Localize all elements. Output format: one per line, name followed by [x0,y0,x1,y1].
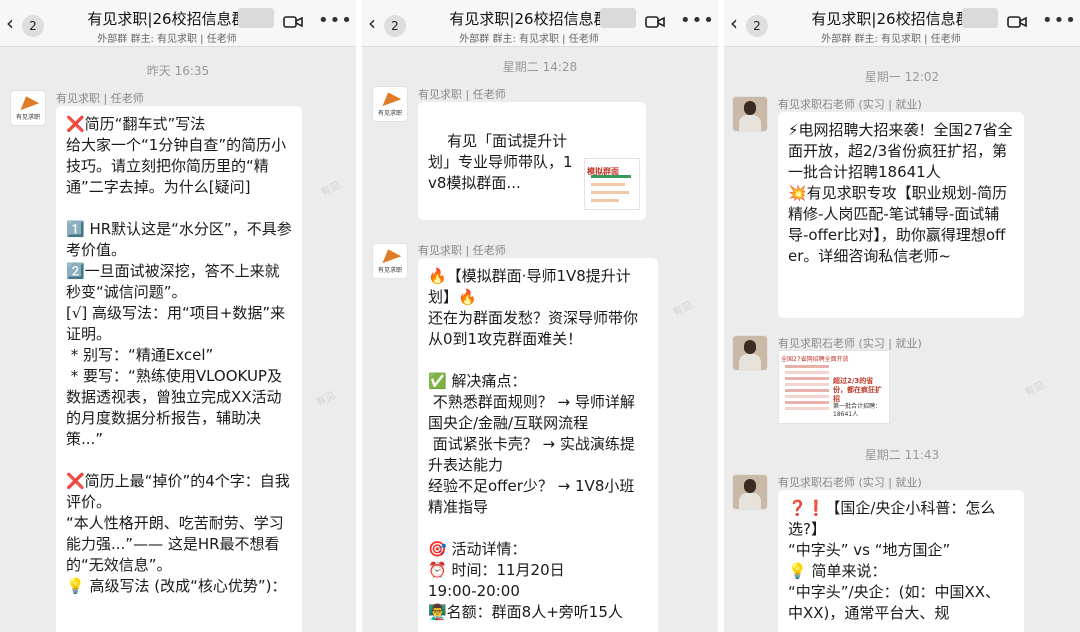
image-caption: 超过2/3的省份，都在疯狂扩招 [833,377,885,404]
chat-subtitle: 外部群 群主: 有见求职 | 任老师 [776,30,1006,45]
back-arrow-icon[interactable]: ‹ [368,14,376,32]
message-bubble[interactable]: ❌简历“翻车式”写法 给大家一个“1分钟自查”的简历小技巧。请立刻把你简历里的“… [56,106,302,632]
timestamp: 昨天 16:35 [0,62,356,79]
logo-icon [379,89,402,106]
nav-bar: ‹ 2 有见求职|26校招信息群 外部群 群主: 有见求职 | 任老师 ••• [724,0,1080,47]
watermark: 有见 [1022,376,1046,398]
sender-name: 有见求职石老师 (实习 | 就业) [778,96,922,112]
avatar[interactable]: 有见求职 [372,243,408,279]
nav-bar: ‹ 2 有见求职|26校招信息群 外部群 群主: 有见求职 | 任老师 ••• [362,0,718,47]
avatar[interactable]: 有见求职 [10,90,46,126]
message-bubble[interactable]: ⚡电网招聘大招来袭！全国27省全面开放，超2/3省份疯狂扩招，第一批合计招聘18… [778,112,1024,318]
avatar[interactable] [732,96,768,132]
unread-badge[interactable]: 2 [746,15,768,37]
avatar[interactable] [732,474,768,510]
sender-name: 有见求职石老师 (实习 | 就业) [778,474,922,490]
video-call-icon[interactable] [283,15,303,29]
avatar[interactable]: 有见求职 [372,86,408,122]
chat-subtitle: 外部群 群主: 有见求职 | 任老师 [414,30,644,45]
timestamp: 星期二 14:28 [362,58,718,75]
link-card[interactable]: 有见「面试提升计划」专业导师带队，1v8模拟群面... 模拟群面 [418,102,646,220]
video-call-icon[interactable] [645,15,665,29]
sender-name: 有见求职 | 任老师 [56,90,144,106]
watermark: 有见 [313,386,337,408]
more-options-icon[interactable]: ••• [1042,10,1077,31]
link-card-thumbnail: 模拟群面 [584,158,640,210]
video-call-icon[interactable] [1007,15,1027,29]
sender-name: 有见求职 | 任老师 [418,86,506,102]
logo-icon [17,93,40,110]
unread-badge[interactable]: 2 [384,15,406,37]
nav-bar: ‹ 2 有见求职|26校招信息群 外部群 群主: 有见求职 | 任老师 ••• [0,0,356,47]
image-caption: 全国27省网招聘全面开放 [781,354,849,363]
link-card-text: 有见「面试提升计划」专业导师带队，1v8模拟群面... [428,132,573,192]
watermark: 有见 [318,176,342,198]
redacted-block [238,8,274,28]
message-bubble[interactable]: ❓❗【国企/央企小科普：怎么选?】 “中字头” vs “地方国企” 💡 简单来说… [778,490,1024,632]
back-arrow-icon[interactable]: ‹ [6,14,14,32]
more-options-icon[interactable]: ••• [318,10,353,31]
more-options-icon[interactable]: ••• [680,10,715,31]
timestamp: 星期二 11:43 [724,446,1080,463]
chat-panel-2: ‹ 2 有见求职|26校招信息群 外部群 群主: 有见求职 | 任老师 ••• … [362,0,718,632]
unread-badge[interactable]: 2 [22,15,44,37]
sender-name: 有见求职石老师 (实习 | 就业) [778,335,922,351]
chat-panel-3: ‹ 2 有见求职|26校招信息群 外部群 群主: 有见求职 | 任老师 ••• … [724,0,1080,632]
message-bubble[interactable]: 🔥【模拟群面·导师1V8提升计划】🔥 还在为群面发愁？资深导师带你从0到1攻克群… [418,258,658,632]
chat-panel-1: ‹ 2 有见求职|26校招信息群 外部群 群主: 有见求职 | 任老师 ••• … [0,0,356,632]
redacted-block [962,8,998,28]
image-message[interactable]: 全国27省网招聘全面开放 超过2/3的省份，都在疯狂扩招 第一批合计招聘：186… [778,350,890,424]
sender-name: 有见求职 | 任老师 [418,242,506,258]
timestamp: 星期一 12:02 [724,68,1080,85]
redacted-block [600,8,636,28]
avatar[interactable] [732,335,768,371]
logo-icon [379,246,402,263]
watermark: 有见 [670,296,694,318]
image-caption: 第一批合计招聘：18641人 [833,403,887,419]
thumbnail-title: 模拟群面 [587,161,619,182]
back-arrow-icon[interactable]: ‹ [730,14,738,32]
chat-subtitle: 外部群 群主: 有见求职 | 任老师 [52,30,282,45]
